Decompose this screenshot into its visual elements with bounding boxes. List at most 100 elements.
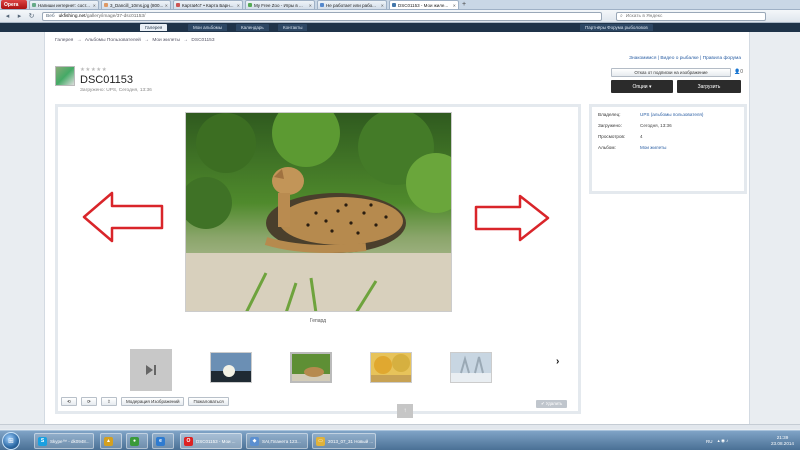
rating-stars[interactable]: ★★★★★ — [80, 67, 107, 73]
thumbnail[interactable] — [210, 352, 252, 383]
taskbar-item[interactable]: ▲ — [100, 433, 122, 449]
rotate-right-button[interactable]: ⟳ — [81, 397, 97, 406]
share-icon-button[interactable]: ⇪ — [101, 397, 117, 406]
browser-tab-active[interactable]: DSC01153 - Мои жиле... ✕ — [389, 0, 459, 9]
breadcrumb-separator: → — [183, 38, 189, 43]
browser-tab[interactable]: КартаИсГ • Карта Барн... ✕ — [173, 0, 243, 9]
app-icon: ▲ — [104, 436, 113, 446]
owner-link[interactable]: UPS (альбомы пользователя) — [640, 112, 703, 117]
close-icon[interactable]: ✕ — [381, 3, 384, 8]
new-tab-button[interactable]: + — [462, 1, 466, 8]
browser-tab-bar: Opera Напиши интернет: сост... ✕ 3_Dancil… — [0, 0, 800, 10]
app-icon: ● — [130, 436, 139, 446]
close-icon[interactable]: ✕ — [453, 3, 456, 8]
thumbnail[interactable] — [450, 352, 492, 383]
app-icon: ◆ — [250, 436, 259, 446]
thumbnail-image — [211, 353, 251, 382]
windows-logo-icon: ⊞ — [8, 438, 14, 445]
skip-to-end-button[interactable] — [130, 349, 172, 391]
favicon-icon — [320, 3, 324, 7]
moderation-button[interactable]: Модерация Изображений — [121, 397, 185, 406]
nav-item-gallery[interactable]: Галерея — [140, 24, 168, 31]
taskbar-item-folder[interactable]: ▭ 2013_07_31 Новый ... — [312, 433, 376, 449]
url-path: /gallery/image/37-dsc01153/ — [85, 13, 146, 19]
browser-tab[interactable]: 3_Dancill_10ms.jpg (800... ✕ — [101, 0, 171, 9]
tab-title: 3_Dancill_10ms.jpg (800... — [110, 2, 164, 8]
browser-tab[interactable]: Не работает или рабо... ✕ — [317, 0, 387, 9]
delete-button[interactable]: ✔ Удалить — [536, 400, 568, 408]
report-button[interactable]: Пожаловаться — [188, 397, 229, 406]
favicon-icon — [104, 3, 108, 7]
url-host: ukfishing.net — [58, 13, 86, 19]
tab-title: My Free Zoo - Игры в ... — [254, 2, 303, 8]
rotate-left-button[interactable]: ⟲ — [61, 397, 77, 406]
breadcrumb-link[interactable]: Галерея — [55, 38, 73, 43]
previous-arrow-icon[interactable] — [82, 191, 164, 243]
close-icon[interactable]: ✕ — [237, 3, 240, 8]
scroll-top-button[interactable]: ↑ — [397, 404, 413, 418]
folder-icon: ▭ — [316, 436, 325, 446]
next-arrow-icon[interactable] — [474, 194, 550, 242]
taskbar-item[interactable]: ● — [126, 433, 148, 449]
taskbar-item-opera[interactable]: O DSC01153 - Мои ... — [180, 433, 242, 449]
thumbnail-image — [451, 353, 491, 382]
main-photo[interactable] — [185, 112, 452, 312]
favicon-icon — [176, 3, 180, 7]
upload-button[interactable]: Загрузить — [677, 80, 741, 93]
browser-tab[interactable]: Напиши интернет: сост... ✕ — [29, 0, 99, 9]
back-button[interactable]: ◂ — [3, 12, 12, 21]
nav-item-albums[interactable]: Мои альбомы — [188, 24, 227, 31]
header-links[interactable]: Знакомимся | Видео о рыбалке | Правила ф… — [629, 56, 741, 61]
info-label: Альбом: — [598, 145, 616, 150]
tray-icons[interactable]: ▴ ◉ ♪ — [718, 438, 729, 444]
unsubscribe-button[interactable]: Отказ от подписки на изображение — [611, 68, 731, 77]
options-button[interactable]: Опции ▾ — [611, 80, 673, 93]
start-button[interactable]: ⊞ — [2, 432, 20, 450]
skip-forward-icon — [146, 365, 156, 375]
next-thumbnails-icon[interactable]: › — [556, 356, 559, 367]
taskbar-item-ie[interactable]: e — [152, 433, 174, 449]
breadcrumb-link[interactable]: Альбомы Пользователей — [85, 38, 141, 43]
taskbar-item-skype[interactable]: S Skype™ - dk0948... — [34, 433, 94, 449]
language-indicator[interactable]: RU — [706, 439, 713, 444]
close-icon[interactable]: ✕ — [309, 3, 312, 8]
opera-menu-button[interactable]: Opera — [1, 0, 27, 9]
rotate-right-icon: ⟳ — [87, 398, 91, 404]
search-input[interactable]: ⌕ Искать в Яндекс — [616, 11, 766, 21]
breadcrumb-current: DSC01153 — [191, 38, 215, 43]
album-link[interactable]: Мои жилеты — [640, 145, 666, 150]
photo-caption: Гепард — [309, 318, 327, 324]
close-icon[interactable]: ✕ — [93, 3, 96, 8]
favicon-icon — [392, 3, 396, 7]
nav-item-calendar[interactable]: Календарь — [236, 24, 269, 31]
url-input[interactable]: Веб ukfishing.net/gallery/image/37-dsc01… — [42, 11, 602, 21]
browser-tab[interactable]: My Free Zoo - Игры в ... ✕ — [245, 0, 315, 9]
share-icon: ⇪ — [107, 398, 111, 404]
internet-explorer-icon: e — [156, 436, 165, 446]
close-icon[interactable]: ✕ — [165, 3, 168, 8]
thumbnail-current[interactable] — [290, 352, 332, 383]
task-label: DSC01153 - Мои ... — [196, 438, 236, 444]
clock-date: 23.08.2014 — [771, 441, 794, 446]
site-badge: Веб — [46, 13, 55, 19]
clock[interactable]: 21:39 23.08.2014 — [771, 435, 794, 447]
nav-item-partners[interactable]: Партнёры Форума рыболовов — [580, 24, 653, 31]
breadcrumb-separator: → — [144, 38, 149, 43]
page-title: DSC01153 — [80, 74, 133, 86]
reload-button[interactable]: ↻ — [27, 12, 36, 21]
thumbnail[interactable] — [370, 352, 412, 383]
skype-icon: S — [38, 436, 47, 446]
info-row-uploaded: Загружено: Сегодня, 13:36 — [598, 123, 738, 128]
search-placeholder: Искать в Яндекс — [625, 13, 663, 19]
search-icon: ⌕ — [620, 14, 623, 19]
breadcrumb-link[interactable]: Мои жилеты — [152, 38, 180, 43]
upload-info: Загружено: UPS, Сегодня, 13:36 — [80, 88, 152, 93]
nav-item-contacts[interactable]: Контакты — [278, 24, 308, 31]
forward-button[interactable]: ▸ — [15, 12, 24, 21]
info-label: Загружено: — [598, 123, 622, 128]
task-label: SAI,Планета 123... — [262, 438, 301, 444]
gallery-page: Галерея → Альбомы Пользователей → Мои жи… — [44, 32, 750, 424]
avatar[interactable] — [55, 66, 75, 86]
taskbar-item[interactable]: ◆ SAI,Планета 123... — [246, 433, 308, 449]
tool-row: ⟲ ⟳ ⇪ Модерация Изображений Пожаловаться — [61, 397, 229, 406]
